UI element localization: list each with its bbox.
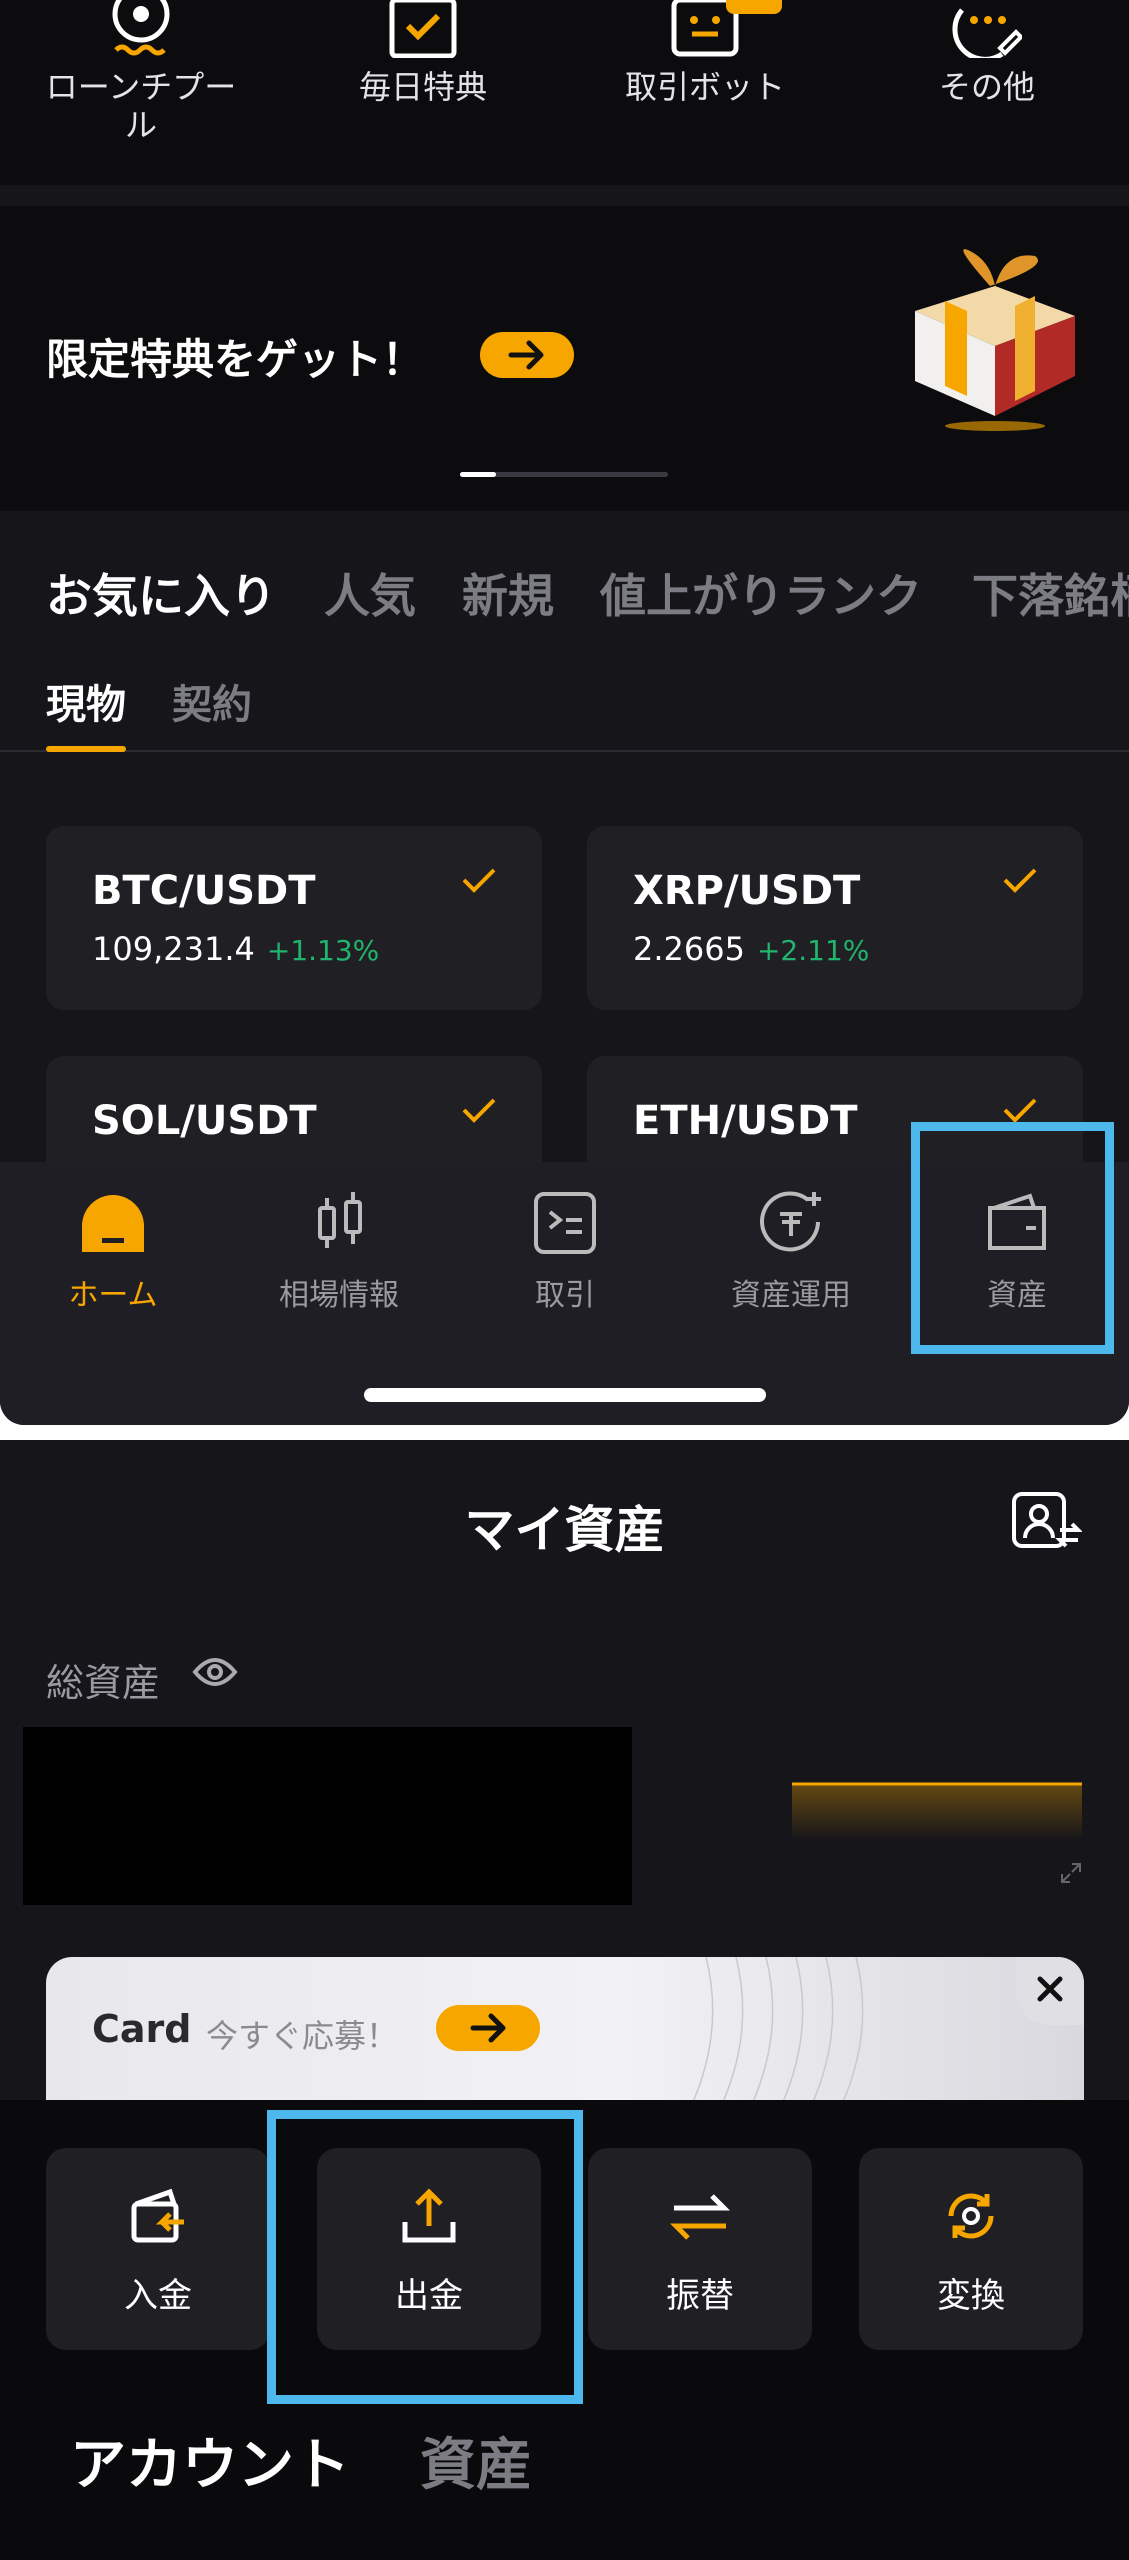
more-icon: [952, 8, 1022, 58]
tab-label: 資産運用: [731, 1278, 851, 1313]
convert-button[interactable]: 変換: [859, 2148, 1083, 2350]
check-icon[interactable]: [462, 1098, 496, 1124]
highlight-assets-tab: [911, 1122, 1114, 1354]
transfer-button[interactable]: 振替: [588, 2148, 812, 2350]
tab-contract[interactable]: 契約: [172, 672, 252, 730]
active-tab-underline: [46, 746, 126, 752]
banner-text: 限定特典をゲット！: [46, 335, 425, 384]
arrow-right-icon: [508, 340, 544, 370]
action-label: 振替: [666, 2276, 734, 2316]
tab-account[interactable]: アカウント: [70, 2420, 350, 2501]
action-label: 入金: [124, 2276, 192, 2316]
carousel-indicator: [460, 472, 668, 477]
price-change: +1.13%: [266, 934, 380, 967]
pair-price: 2.2665 +2.11%: [633, 930, 869, 968]
tab-gainers[interactable]: 値上がりランク: [600, 560, 922, 626]
action-label: 変換: [937, 2276, 1005, 2316]
eye-icon[interactable]: [192, 1654, 238, 1690]
check-icon[interactable]: [462, 868, 496, 894]
promo-arrow-button[interactable]: [436, 2005, 540, 2051]
hot-badge: [726, 0, 782, 14]
tab-new[interactable]: 新規: [462, 560, 554, 626]
banner-arrow-button[interactable]: [480, 332, 574, 378]
trade-icon: [534, 1192, 596, 1254]
highlight-withdraw-button: [267, 2110, 583, 2404]
close-icon: [1037, 1976, 1063, 2002]
arrow-right-icon: [470, 2013, 506, 2043]
assets-screen: マイ資産 総資産 Card 今すぐ応募！ 入金 出金 振替 変換 アカウント 資…: [0, 1440, 1129, 2560]
total-assets-label: 総資産: [46, 1661, 161, 1705]
redacted-balance: [23, 1727, 632, 1905]
pair-name: ETH/USDT: [633, 1098, 858, 1144]
page-title: マイ資産: [464, 1501, 665, 1559]
tab-label: 相場情報: [279, 1278, 399, 1313]
deposit-icon: [131, 2188, 184, 2243]
check-icon[interactable]: [1003, 868, 1037, 894]
balance-sparkline: [792, 1782, 1082, 1840]
deposit-button[interactable]: 入金: [46, 2148, 270, 2350]
close-button[interactable]: [1016, 1957, 1084, 2025]
card-promo-banner[interactable]: Card 今すぐ応募！: [46, 1957, 1084, 2117]
pair-price: 109,231.4 +1.13%: [92, 930, 379, 968]
home-icon: [82, 1195, 144, 1252]
home-indicator: [364, 1388, 766, 1402]
tab-label: ホーム: [68, 1278, 158, 1313]
calendar-check-icon: [389, 0, 457, 58]
gift-box-icon: [915, 249, 1075, 431]
tab-favorites[interactable]: お気に入り: [46, 560, 276, 626]
pair-card[interactable]: BTC/USDT 109,231.4 +1.13%: [46, 826, 542, 1010]
tab-asset[interactable]: 資産: [420, 2420, 532, 2501]
quick-actions-row: ローンチプー ル 毎日特典 取引ボット その他: [0, 0, 1129, 185]
market-tabs: お気に入り 人気 新規 値上がりランク 下落銘柄: [0, 530, 1129, 623]
expand-icon[interactable]: [1058, 1860, 1084, 1886]
promo-brand: Card: [92, 2007, 192, 2051]
price-value: 109,231.4: [92, 930, 255, 968]
convert-icon: [948, 2193, 994, 2239]
quick-action-label: 取引ボット: [624, 68, 785, 106]
launchpool-icon: [112, 0, 170, 56]
check-icon[interactable]: [1003, 1098, 1037, 1124]
pair-card[interactable]: XRP/USDT 2.2665 +2.11%: [587, 826, 1083, 1010]
sub-tabs: 現物 契約: [0, 660, 1129, 752]
tab-spot[interactable]: 現物: [46, 672, 126, 730]
price-change: +2.11%: [756, 934, 870, 967]
pair-name: XRP/USDT: [633, 868, 861, 914]
tab-label: 取引: [535, 1278, 595, 1313]
home-screen: ローンチプー ル 毎日特典 取引ボット その他 限定特典をゲット！ お気に入り …: [0, 0, 1129, 1425]
quick-action-label: その他: [938, 68, 1035, 106]
promo-decoration: [685, 1957, 864, 2117]
price-value: 2.2665: [633, 930, 745, 968]
quick-action-label: 毎日特典: [358, 68, 487, 106]
tab-popular[interactable]: 人気: [324, 560, 416, 626]
tab-losers[interactable]: 下落銘柄: [972, 560, 1129, 626]
pair-name: BTC/USDT: [92, 868, 316, 914]
promo-text: 今すぐ応募！: [206, 2017, 399, 2055]
promo-banner[interactable]: 限定特典をゲット！: [0, 206, 1129, 511]
transfer-icon: [670, 2194, 730, 2240]
account-switch-icon[interactable]: [1010, 1490, 1082, 1552]
pair-name: SOL/USDT: [92, 1098, 317, 1144]
quick-action-label: ローンチプー ル: [45, 68, 237, 144]
candlestick-icon: [318, 1192, 362, 1248]
earn-icon: [760, 1191, 821, 1252]
